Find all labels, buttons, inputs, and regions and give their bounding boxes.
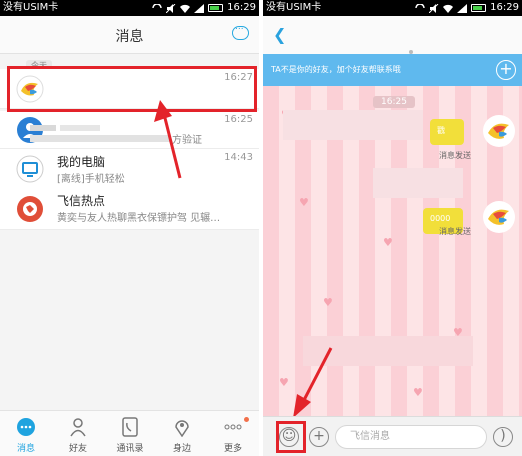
conversation-preview: 黄奕与友人热聊黑衣保镖护驾 见辗…	[57, 213, 221, 224]
blurred-content	[283, 110, 423, 140]
signal-icon	[457, 3, 468, 13]
conversation-item[interactable]: 方验证 16:25	[0, 111, 259, 149]
message-timestamp: 16:25	[373, 96, 415, 108]
heart-decoration: ♥	[383, 236, 393, 249]
message-sent-status: 消息发送	[439, 151, 471, 160]
heart-decoration: ♥	[323, 296, 333, 309]
clock: 16:29	[490, 2, 519, 13]
wifi-icon	[443, 4, 454, 13]
highlight-box	[7, 66, 257, 112]
back-chevron-icon[interactable]: ❮	[273, 25, 286, 44]
blurred-name	[60, 125, 100, 131]
mute-icon	[166, 3, 176, 13]
carrier-label: 没有USIM卡	[3, 2, 59, 13]
sticker-message[interactable]: 戳	[430, 119, 464, 145]
nav-contacts[interactable]: 通讯录	[104, 411, 156, 456]
chat-screen: 没有USIM卡 16:29 ❮ TA不是你的好友，加个好友帮联系哦 + ♥ ♥ …	[263, 0, 522, 456]
location-pin-icon	[175, 420, 189, 437]
nav-friends[interactable]: 好友	[52, 411, 104, 456]
blurred-preview	[30, 135, 170, 142]
blurred-content	[373, 168, 463, 198]
phone-book-icon	[122, 417, 138, 437]
battery-icon	[471, 4, 487, 12]
hotspot-icon	[17, 196, 43, 222]
mute-icon	[429, 3, 439, 13]
annotation-arrow	[293, 347, 333, 418]
heart-decoration: ♥	[299, 196, 309, 209]
nav-more[interactable]: 更多	[207, 411, 259, 456]
add-friend-plus-icon[interactable]: +	[496, 60, 516, 80]
nav-label: 消息	[16, 444, 35, 454]
computer-icon	[16, 155, 44, 183]
messages-screen: 没有USIM卡 16:29 消息 今天 16:27	[0, 0, 259, 456]
highlight-box	[276, 421, 306, 453]
banner-text: TA不是你的好友，加个好友帮联系哦	[271, 65, 401, 74]
wifi-icon	[180, 4, 191, 13]
status-bar: 没有USIM卡 16:29	[263, 0, 522, 16]
sync-icon	[152, 3, 162, 8]
more-dots-icon	[224, 424, 242, 430]
heart-decoration: ♥	[413, 386, 423, 399]
plus-icon[interactable]: +	[309, 427, 329, 447]
nav-label: 通讯录	[116, 444, 144, 454]
bottom-navigation: 消息 好友 通讯录 身边 更多	[0, 410, 259, 456]
annotation-arrow	[154, 100, 182, 179]
new-message-icon[interactable]	[232, 22, 249, 40]
chat-header: ❮	[263, 16, 522, 54]
nav-label: 更多	[223, 444, 242, 454]
add-friend-banner[interactable]: TA不是你的好友，加个好友帮联系哦 +	[263, 54, 522, 86]
voice-icon[interactable]: )	[493, 427, 513, 447]
heart-decoration: ♥	[279, 376, 289, 389]
nav-label: 好友	[68, 444, 87, 454]
nav-messages[interactable]: 消息	[0, 411, 52, 456]
nav-label: 身边	[172, 444, 191, 454]
conversation-name: 我的电脑	[57, 155, 106, 169]
conversation-preview: [离线]手机轻松	[57, 174, 125, 185]
nav-nearby[interactable]: 身边	[156, 411, 208, 456]
page-title: 消息	[115, 29, 144, 45]
sender-avatar-icon[interactable]	[483, 115, 515, 147]
carrier-label: 没有USIM卡	[266, 2, 322, 13]
conversation-time: 16:25	[224, 114, 253, 125]
sync-icon	[415, 3, 425, 8]
person-icon	[70, 418, 86, 437]
blurred-name	[30, 125, 56, 131]
conversation-time: 14:43	[224, 152, 253, 163]
clock: 16:29	[227, 2, 256, 13]
conversation-name: 飞信热点	[57, 194, 106, 208]
messages-header: 消息	[0, 16, 259, 54]
conversation-item[interactable]: 我的电脑 [离线]手机轻松 14:43	[0, 149, 259, 189]
message-sent-status: 消息发送	[439, 227, 471, 236]
notification-dot	[244, 417, 249, 422]
conversation-item[interactable]: 飞信热点 黄奕与友人热聊黑衣保镖护驾 见辗…	[0, 188, 259, 230]
message-input[interactable]: 飞信消息	[335, 425, 487, 449]
sender-avatar-icon[interactable]	[483, 201, 515, 233]
status-bar: 没有USIM卡 16:29	[0, 0, 259, 16]
battery-icon	[208, 4, 224, 12]
signal-icon	[194, 3, 205, 13]
chat-bubble-icon	[17, 418, 35, 436]
